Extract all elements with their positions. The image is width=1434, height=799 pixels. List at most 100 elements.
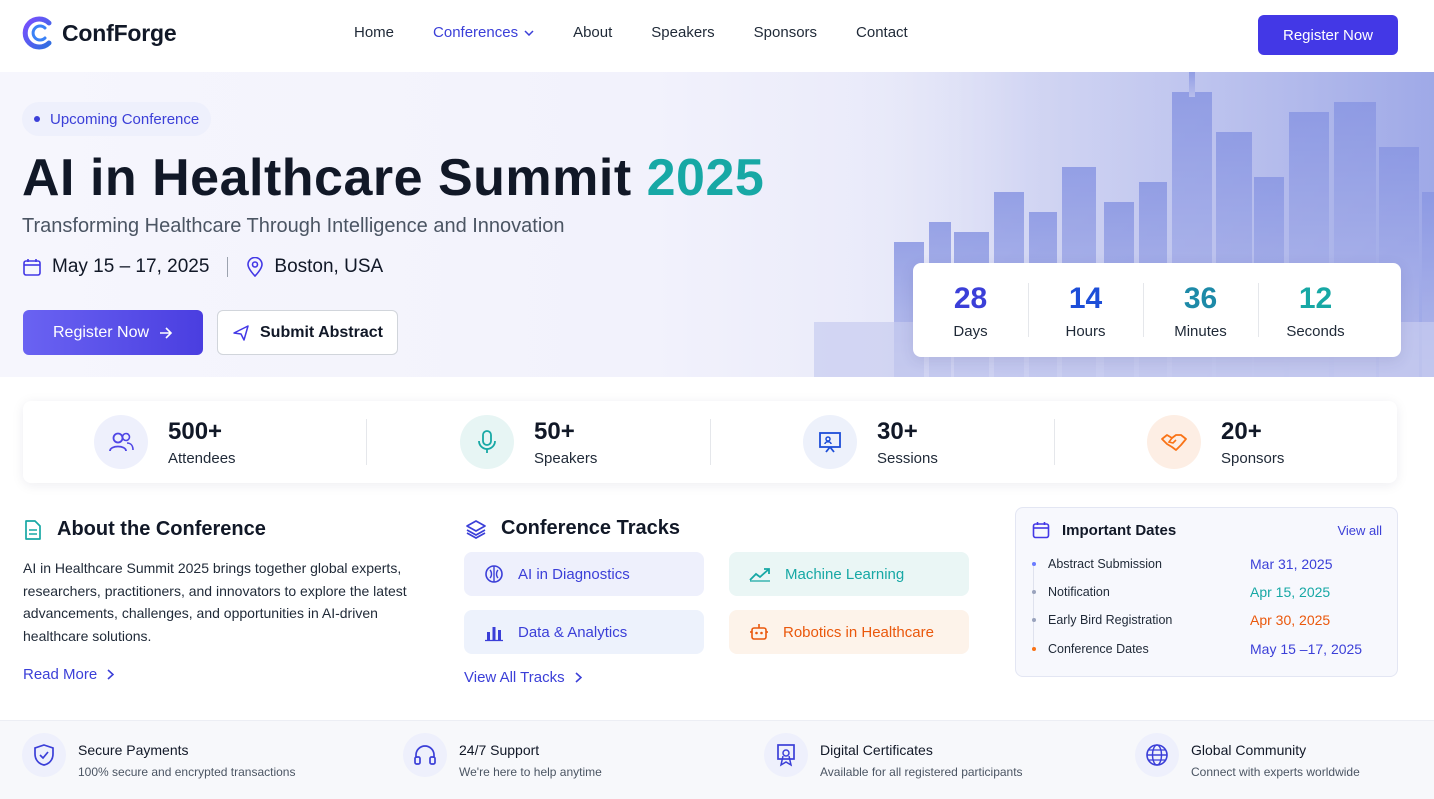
feature-title: Secure Payments [78,742,189,758]
robot-icon [750,624,768,640]
timeline-dot [1032,618,1036,622]
submit-abstract-label: Submit Abstract [260,323,383,341]
handshake-icon [1147,415,1201,469]
timeline-line [1033,565,1034,650]
headset-icon [403,733,447,777]
logo-mark-icon [22,16,52,50]
track-ai-diagnostics[interactable]: AI in Diagnostics [464,552,704,596]
globe-icon [1135,733,1179,777]
date-value: Apr 15, 2025 [1250,584,1331,600]
stats-bar: 500+ Attendees 50+ Speakers 30+ Sessions… [23,401,1397,483]
upcoming-badge: Upcoming Conference [22,102,212,136]
countdown-label: Minutes [1174,322,1227,340]
track-data-analytics[interactable]: Data & Analytics [464,610,704,654]
feature-title: 24/7 Support [459,742,540,758]
countdown-days: 28 Days [913,281,1028,340]
nav-speakers[interactable]: Speakers [651,24,714,41]
stat-divider [1054,419,1055,465]
trend-icon [749,568,770,582]
bar-chart-icon [485,627,503,642]
chevron-right-icon [575,672,582,683]
features-footer: Secure Payments 100% secure and encrypte… [0,720,1434,799]
track-label: AI in Diagnostics [518,565,630,583]
hero-register-label: Register Now [52,323,150,341]
stat-label: Speakers [534,449,598,467]
stat-divider [366,419,367,465]
title-main: AI in Healthcare Summit [22,149,632,207]
countdown-hours: 14 Hours [1028,281,1143,340]
feature-global-community: Global Community Connect with experts wo… [1135,733,1360,779]
feature-desc: We're here to help anytime [459,765,602,779]
track-robotics[interactable]: Robotics in Healthcare [729,610,969,654]
badge-dot-icon [34,116,40,122]
stat-value: 20+ [1221,417,1262,445]
hero-subtitle: Transforming Healthcare Through Intellig… [22,215,565,237]
dates-view-all-link[interactable]: View all [1337,523,1382,538]
about-heading-label: About the Conference [57,518,266,540]
date-row: Early Bird Registration Apr 30, 2025 [1032,610,1382,630]
about-heading: About the Conference [23,518,266,541]
location-pin-icon [247,257,264,277]
chevron-down-icon [524,29,534,36]
brand-name: ConfForge [62,19,177,46]
feature-desc: Connect with experts worldwide [1191,765,1360,779]
nav-contact[interactable]: Contact [856,24,908,41]
nav-conferences[interactable]: Conferences [433,24,534,41]
microphone-icon [460,415,514,469]
feature-support: 24/7 Support We're here to help anytime [403,733,602,779]
date-value: Mar 31, 2025 [1250,556,1333,572]
nav-about[interactable]: About [573,24,612,41]
date-value: Apr 30, 2025 [1250,612,1331,628]
view-all-tracks-label: View All Tracks [464,669,565,686]
stat-value: 30+ [877,417,918,445]
countdown-label: Days [953,322,988,340]
countdown-label: Hours [1065,322,1106,340]
stat-sessions: 30+ Sessions [803,415,938,469]
stat-sponsors: 20+ Sponsors [1147,415,1284,469]
chevron-right-icon [107,669,115,680]
nav-register-button[interactable]: Register Now [1258,15,1398,55]
countdown-label: Seconds [1286,322,1345,340]
feature-desc: 100% secure and encrypted transactions [78,765,296,779]
send-icon [233,324,249,341]
read-more-link[interactable]: Read More [23,666,115,683]
countdown-value: 36 [1183,281,1218,315]
dates-heading: Important Dates [1032,521,1176,539]
title-year: 2025 [646,149,765,207]
tracks-heading: Conference Tracks [465,517,680,540]
feature-desc: Available for all registered participant… [820,765,1023,779]
timeline-dot [1032,590,1036,594]
stat-speakers: 50+ Speakers [460,415,597,469]
nav-home[interactable]: Home [354,24,394,41]
feature-title: Digital Certificates [820,742,933,758]
page-title: AI in Healthcare Summit 2025 [22,148,764,208]
feature-secure-payments: Secure Payments 100% secure and encrypte… [22,733,296,779]
layers-icon [466,519,486,539]
event-date: May 15 – 17, 2025 [52,256,210,277]
nav-links: Home Conferences About Speakers Sponsors… [354,24,947,41]
countdown-minutes: 36 Minutes [1143,281,1258,340]
arrow-right-icon [160,326,173,339]
date-row: Conference Dates May 15 –17, 2025 [1032,639,1382,659]
nav-sponsors[interactable]: Sponsors [754,24,817,41]
hero-section: Upcoming Conference AI in Healthcare Sum… [0,72,1434,377]
view-all-tracks-link[interactable]: View All Tracks [464,669,582,686]
stat-value: 500+ [168,417,223,445]
timeline-dot [1032,562,1036,566]
shield-icon [22,733,66,777]
countdown-value: 12 [1298,281,1333,315]
track-label: Robotics in Healthcare [783,623,934,641]
users-icon [94,415,148,469]
dates-heading-label: Important Dates [1062,521,1177,539]
stat-divider [710,419,711,465]
submit-abstract-button[interactable]: Submit Abstract [217,310,398,355]
hero-register-button[interactable]: Register Now [23,310,203,355]
important-dates-card: Important Dates View all Abstract Submis… [1015,507,1398,677]
brand-logo[interactable]: ConfForge [22,16,177,50]
date-label: Conference Dates [1048,642,1149,656]
date-label: Abstract Submission [1048,557,1162,571]
read-more-label: Read More [23,666,98,683]
track-machine-learning[interactable]: Machine Learning [729,552,969,596]
track-label: Data & Analytics [518,623,628,641]
calendar-icon [1032,522,1050,539]
